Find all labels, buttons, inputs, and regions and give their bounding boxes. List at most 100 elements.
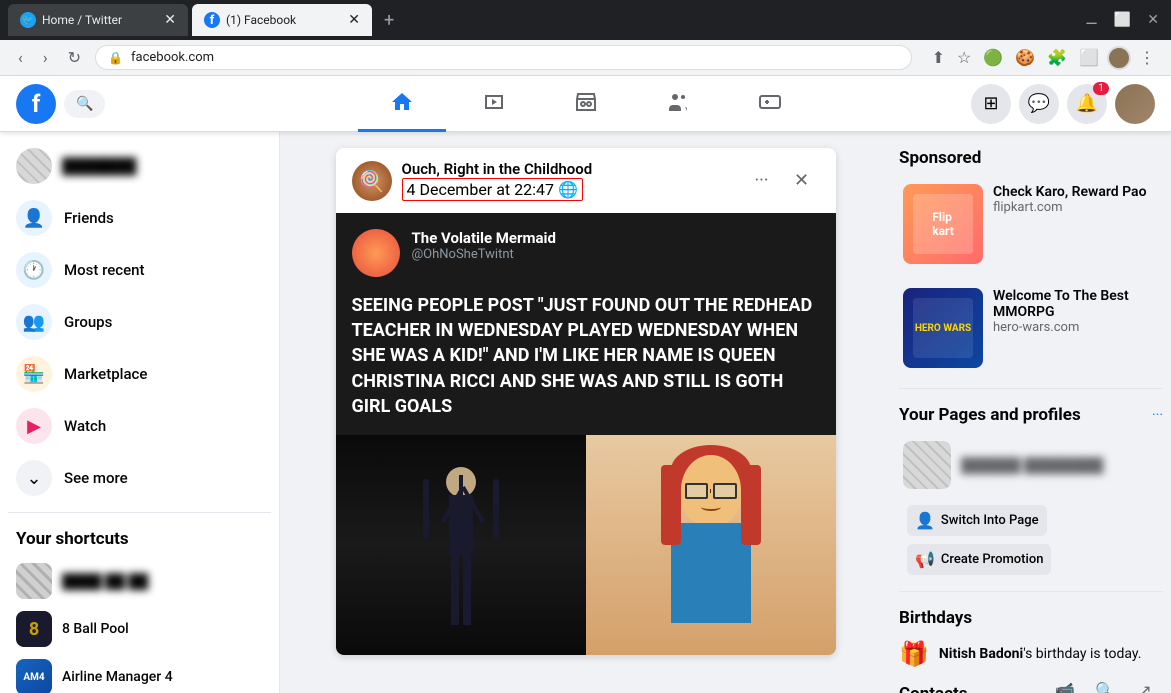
maximize-button[interactable]: ⬜: [1110, 8, 1135, 32]
sidebar-item-watch[interactable]: ▶ Watch: [8, 400, 271, 452]
switch-label: Switch Into Page: [941, 513, 1039, 528]
shortcut-item-2[interactable]: 8 8 Ball Pool: [8, 605, 271, 653]
tab-twitter[interactable]: 🐦 Home / Twitter ✕: [8, 4, 188, 36]
forward-button[interactable]: ›: [37, 44, 54, 71]
post-card: 🍭 Ouch, Right in the Childhood 4 Decembe…: [336, 148, 836, 655]
fb-search-box[interactable]: 🔍: [64, 90, 105, 118]
page-item-1[interactable]: ██████ ████████: [899, 437, 1163, 493]
post-more-actions: ··· ✕: [744, 163, 820, 199]
nav-groups[interactable]: [634, 76, 722, 132]
sponsored-title: Sponsored: [899, 148, 1163, 168]
post-close-button[interactable]: ✕: [784, 163, 820, 199]
post-time-text: 4 December at 22:47: [407, 180, 554, 199]
groups-icon: 👥: [16, 304, 52, 340]
create-promotion-button[interactable]: 📢 Create Promotion: [907, 544, 1051, 575]
extension-icon-1[interactable]: 🟢: [979, 44, 1007, 71]
notifications-button[interactable]: 🔔 1: [1067, 84, 1107, 124]
messenger-button[interactable]: 💬: [1019, 84, 1059, 124]
ad-thumb-2: HERO WARS: [903, 288, 983, 368]
browser-profile[interactable]: [1107, 46, 1131, 70]
sidebar-item-friends[interactable]: 👤 Friends: [8, 192, 271, 244]
post-content: The Volatile Mermaid @OhNoSheTwitnt Seei…: [336, 213, 836, 435]
nav-home[interactable]: [358, 76, 446, 132]
feed-inner: 🍭 Ouch, Right in the Childhood 4 Decembe…: [336, 148, 836, 677]
sidebar-divider: [8, 512, 271, 513]
inner-author-handle: @OhNoSheTwitnt: [412, 247, 556, 262]
post-page-avatar: 🍭: [352, 161, 392, 201]
bell-icon: 🔔: [1076, 93, 1098, 114]
tab-facebook-close[interactable]: ✕: [348, 12, 360, 28]
facebook-favicon: f: [204, 12, 220, 28]
sidebar-item-marketplace[interactable]: 🏪 Marketplace: [8, 348, 271, 400]
shortcut-label-1: ████ ██ ██: [62, 573, 148, 590]
sidebar-item-groups[interactable]: 👥 Groups: [8, 296, 271, 348]
bookmark-icon[interactable]: ☆: [953, 44, 975, 71]
extensions-icon[interactable]: 🧩: [1043, 44, 1071, 71]
sidebar-recent-label: Most recent: [64, 261, 144, 279]
section-divider-1: [899, 388, 1163, 389]
tab-twitter-label: Home / Twitter: [42, 13, 122, 27]
ad-title-1: Check Karo, Reward Pao: [993, 184, 1147, 200]
url-bar[interactable]: 🔒 facebook.com: [95, 45, 912, 70]
nav-video[interactable]: [450, 76, 538, 132]
fb-right-icons: ⊞ 💬 🔔 1: [971, 84, 1155, 124]
page-actions: 👤 Switch Into Page: [907, 505, 1163, 536]
back-button[interactable]: ‹: [12, 44, 29, 71]
grid-menu-button[interactable]: ⊞: [971, 84, 1011, 124]
messenger-icon: 💬: [1028, 93, 1050, 114]
birthday-suffix: 's birthday is today.: [1023, 646, 1141, 662]
new-tab-button[interactable]: +: [376, 6, 402, 35]
birthday-section: Birthdays 🎁 Nitish Badoni's birthday is …: [899, 608, 1163, 668]
address-bar: ‹ › ↻ 🔒 facebook.com ⬆ ☆ 🟢 🍪 🧩 ⬜ ⋮: [0, 40, 1171, 76]
friends-icon: 👤: [16, 200, 52, 236]
post-more-button[interactable]: ···: [744, 163, 780, 199]
fb-logo-text: f: [32, 90, 41, 118]
main-feed: 🍭 Ouch, Right in the Childhood 4 Decembe…: [280, 132, 891, 693]
ad-item-1[interactable]: Flipkart Check Karo, Reward Pao flipkart…: [899, 180, 1163, 268]
fb-logo[interactable]: f: [16, 84, 56, 124]
minimize-button[interactable]: ⚊: [1081, 8, 1102, 32]
gift-icon: 🎁: [899, 640, 929, 668]
nav-gaming[interactable]: [726, 76, 814, 132]
sidebar-friends-label: Friends: [64, 209, 114, 227]
shortcut-item-3[interactable]: AM4 Airline Manager 4: [8, 653, 271, 693]
inner-author-avatar: [352, 229, 400, 277]
video-call-button[interactable]: 📹: [1047, 672, 1083, 693]
pages-header: Your Pages and profiles ···: [899, 405, 1163, 425]
recent-icon: 🕐: [16, 252, 52, 288]
tab-facebook-label: (1) Facebook: [226, 13, 296, 27]
tab-twitter-close[interactable]: ✕: [164, 12, 176, 28]
close-button[interactable]: ✕: [1143, 8, 1163, 32]
ricci-image: [586, 435, 836, 655]
ad-item-2[interactable]: HERO WARS Welcome To The Best MMORPG her…: [899, 284, 1163, 372]
birthday-item: 🎁 Nitish Badoni's birthday is today.: [899, 640, 1163, 668]
extension-icon-2[interactable]: 🍪: [1011, 44, 1039, 71]
sidebar-item-see-more[interactable]: ⌄ See more: [8, 452, 271, 504]
tab-facebook[interactable]: f (1) Facebook ✕: [192, 4, 372, 36]
search-contacts-button[interactable]: 🔍: [1087, 672, 1123, 693]
shortcut-label-2: 8 Ball Pool: [62, 621, 129, 637]
watch-icon: ▶: [16, 408, 52, 444]
share-icon[interactable]: ⬆: [928, 44, 949, 71]
sidebar-item-most-recent[interactable]: 🕐 Most recent: [8, 244, 271, 296]
sidebar-groups-label: Groups: [64, 313, 112, 331]
switch-into-page-button[interactable]: 👤 Switch Into Page: [907, 505, 1047, 536]
menu-icon[interactable]: ⋮: [1135, 44, 1159, 71]
new-group-button[interactable]: ↗: [1127, 672, 1163, 693]
search-icon: 🔍: [76, 96, 93, 112]
birthday-text: Nitish Badoni's birthday is today.: [939, 646, 1142, 662]
nav-marketplace[interactable]: [542, 76, 630, 132]
refresh-button[interactable]: ↻: [62, 44, 87, 71]
fb-header: f 🔍 ⊞ 💬 🔔 1: [0, 76, 1171, 132]
post-images: [336, 435, 836, 655]
section-divider-2: [899, 591, 1163, 592]
ad-title-2: Welcome To The Best MMORPG: [993, 288, 1159, 320]
fb-nav: [358, 76, 814, 132]
fb-content: ███████ 👤 Friends 🕐 Most recent 👥 Groups…: [0, 132, 1171, 693]
user-avatar[interactable]: [1115, 84, 1155, 124]
sidebar-user-item[interactable]: ███████: [8, 140, 271, 192]
pages-more-button[interactable]: ···: [1152, 407, 1163, 423]
url-text: facebook.com: [131, 50, 214, 65]
window-icon[interactable]: ⬜: [1075, 44, 1103, 71]
shortcut-item-1[interactable]: ████ ██ ██: [8, 557, 271, 605]
